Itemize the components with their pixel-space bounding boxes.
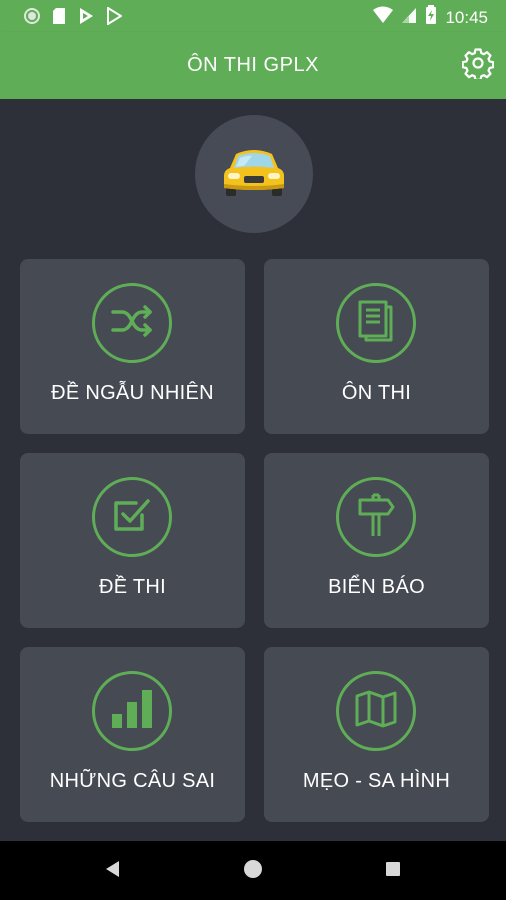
signal-icon — [401, 6, 417, 29]
review-label: ÔN THI — [341, 382, 412, 404]
recents-icon — [385, 861, 401, 882]
signpost-icon — [356, 492, 396, 543]
recents-button[interactable] — [381, 859, 405, 883]
back-icon — [105, 860, 121, 883]
wrong-answers-tile[interactable]: NHỮNG CÂU SAI — [20, 647, 245, 822]
status-bar: 10:45 — [0, 0, 506, 32]
tips-label: MẸO - SA HÌNH — [302, 770, 451, 792]
review-icon-circle — [336, 283, 416, 363]
taxi-car-icon — [222, 146, 286, 203]
tips-icon-circle — [336, 671, 416, 751]
book-icon — [356, 299, 396, 348]
status-time: 10:45 — [445, 7, 488, 27]
main-content: ĐỀ NGẪU NHIÊN ÔN THI ĐỀ THI BIỂN BÁO NHỮ… — [0, 99, 506, 841]
wrong-answers-label: NHỮNG CÂU SAI — [49, 770, 216, 792]
wrong-answers-icon-circle — [92, 671, 172, 751]
checkbox-icon — [112, 495, 152, 540]
shuffle-icon — [110, 303, 154, 344]
wifi-icon — [373, 6, 394, 29]
gear-icon — [461, 47, 495, 84]
road-signs-icon-circle — [336, 477, 416, 557]
tips-tile[interactable]: MẸO - SA HÌNH — [264, 647, 489, 822]
app-bar: ÔN THI GPLX — [0, 32, 506, 99]
random-exam-icon-circle — [92, 283, 172, 363]
map-icon — [354, 689, 398, 734]
exam-icon-circle — [92, 477, 172, 557]
road-signs-label: BIỂN BÁO — [328, 576, 425, 598]
sd-card-icon — [52, 7, 66, 30]
random-exam-label: ĐỀ NGẪU NHIÊN — [51, 382, 214, 404]
bar-chart-icon — [110, 688, 154, 735]
exam-tile[interactable]: ĐỀ THI — [20, 453, 245, 628]
status-notifications — [24, 6, 123, 30]
app-title: ÔN THI GPLX — [187, 54, 319, 76]
app-logo — [195, 115, 313, 233]
review-tile[interactable]: ÔN THI — [264, 259, 489, 434]
battery-icon — [425, 5, 437, 30]
status-system: 10:45 — [373, 5, 488, 30]
home-icon — [243, 859, 263, 884]
record-icon — [24, 8, 40, 29]
navigation-bar — [0, 841, 506, 900]
random-exam-tile[interactable]: ĐỀ NGẪU NHIÊN — [20, 259, 245, 434]
back-button[interactable] — [101, 859, 125, 883]
play-store-outline-icon — [106, 6, 123, 30]
home-button[interactable] — [241, 859, 265, 883]
play-store-icon — [78, 7, 94, 30]
settings-button[interactable] — [460, 47, 496, 83]
exam-label: ĐỀ THI — [99, 576, 166, 598]
road-signs-tile[interactable]: BIỂN BÁO — [264, 453, 489, 628]
